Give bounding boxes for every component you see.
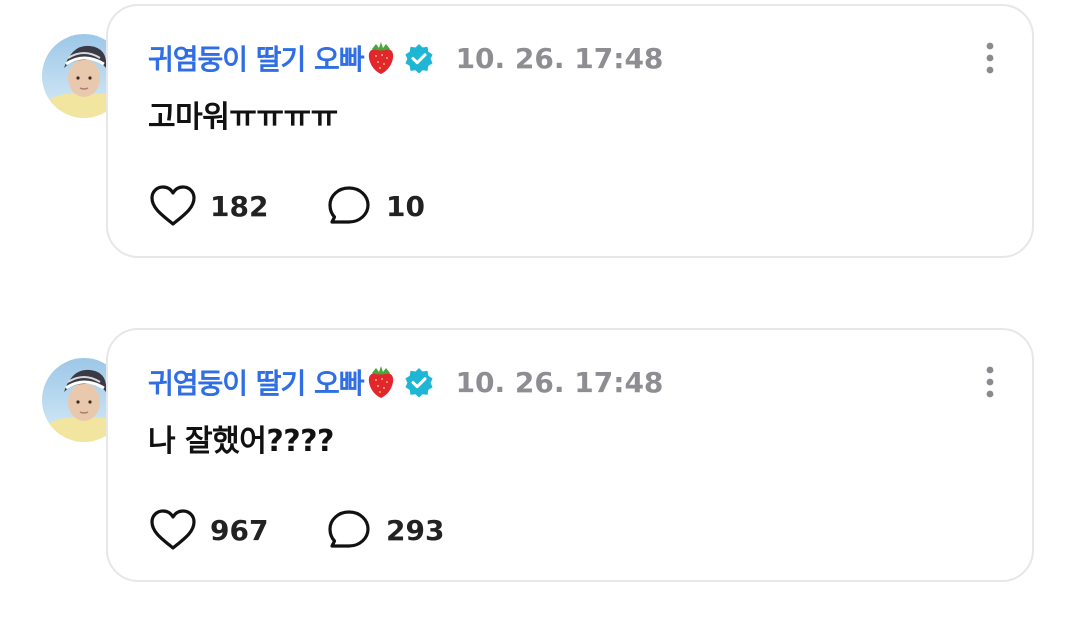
post-header: 귀염둥이 딸기 오빠 10. 26. 17:48: [148, 36, 663, 80]
timestamp: 10. 26. 17:48: [455, 41, 664, 75]
post-card: 귀염둥이 딸기 오빠 10. 26. 1: [42, 0, 1042, 260]
post-card: 귀염둥이 딸기 오빠 10. 26. 1: [42, 324, 1042, 584]
author-name[interactable]: 귀염둥이 딸기 오빠: [148, 362, 365, 402]
post-card-body: 귀염둥이 딸기 오빠 10. 26. 1: [106, 328, 1034, 582]
heart-icon: [148, 184, 198, 228]
speech-bubble-icon: [324, 508, 374, 552]
strawberry-icon: [366, 40, 396, 76]
verified-badge-icon: [404, 43, 434, 74]
vertical-ellipsis-icon[interactable]: [982, 364, 998, 400]
post-actions: 967 293: [148, 506, 444, 554]
like-count: 967: [210, 513, 269, 547]
post-actions: 182 10: [148, 182, 425, 230]
post-message: 나 잘했어????: [148, 424, 334, 459]
speech-bubble-icon: [324, 184, 374, 228]
comment-count: 10: [386, 189, 425, 223]
post-header: 귀염둥이 딸기 오빠 10. 26. 17:48: [148, 360, 663, 404]
comment-button[interactable]: 293: [324, 508, 444, 552]
comment-count: 293: [386, 513, 445, 547]
strawberry-icon: [366, 364, 396, 400]
post-card-body: 귀염둥이 딸기 오빠 10. 26. 1: [106, 4, 1034, 258]
vertical-ellipsis-icon[interactable]: [982, 40, 998, 76]
like-count: 182: [210, 189, 269, 223]
heart-icon: [148, 508, 198, 552]
like-button[interactable]: 182: [148, 184, 324, 228]
verified-badge-icon: [404, 367, 434, 398]
comment-button[interactable]: 10: [324, 184, 425, 228]
author-name[interactable]: 귀염둥이 딸기 오빠: [148, 38, 365, 78]
like-button[interactable]: 967: [148, 508, 324, 552]
timestamp: 10. 26. 17:48: [455, 365, 664, 399]
post-message: 고마워ㅠㅠㅠㅠ: [148, 100, 338, 135]
